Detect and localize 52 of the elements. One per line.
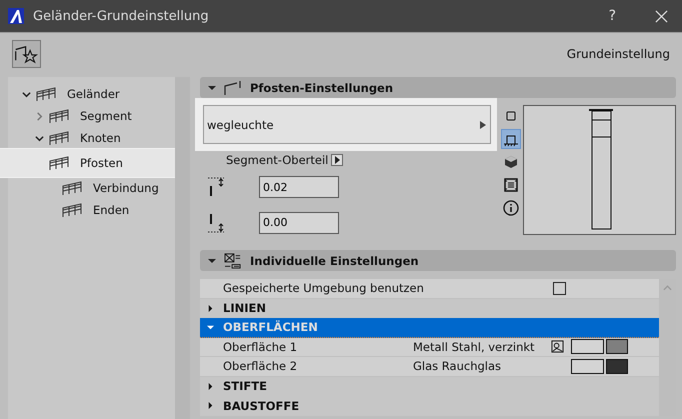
group-row[interactable]: OBERFLÄCHEN bbox=[200, 318, 659, 338]
app-logo-icon bbox=[8, 8, 24, 24]
expand-triangle-icon[interactable] bbox=[207, 382, 214, 390]
surface-swatch[interactable] bbox=[606, 358, 628, 374]
close-icon[interactable] bbox=[655, 10, 668, 22]
tree-item[interactable]: Knoten bbox=[8, 127, 175, 149]
surface-label: Oberfläche 1 bbox=[222, 340, 298, 354]
expand-triangle-icon[interactable] bbox=[207, 324, 214, 331]
checkbox[interactable] bbox=[553, 282, 566, 295]
settings-mode-label: Grundeinstellung bbox=[566, 46, 670, 60]
railing-icon bbox=[48, 130, 70, 146]
parameters-icon bbox=[223, 252, 243, 268]
railing-icon bbox=[61, 180, 83, 196]
surface-swatch[interactable] bbox=[606, 339, 628, 354]
collapse-triangle-icon[interactable] bbox=[208, 256, 216, 264]
railing-icon bbox=[35, 86, 57, 102]
help-button[interactable]: ? bbox=[608, 8, 616, 24]
tree-item[interactable]: Verbindung bbox=[8, 177, 175, 199]
tree-item[interactable]: Enden bbox=[8, 199, 175, 221]
favorites-button[interactable] bbox=[12, 40, 41, 68]
tree-item[interactable]: Pfosten bbox=[0, 149, 175, 177]
expand-triangle-icon[interactable] bbox=[207, 304, 214, 312]
window-title: Geländer-Grundeinstellung bbox=[33, 8, 209, 24]
tree-item[interactable]: Segment bbox=[8, 105, 175, 127]
tree-item[interactable]: Geländer bbox=[8, 83, 175, 105]
info-icon[interactable] bbox=[501, 198, 521, 218]
railing-icon bbox=[61, 202, 83, 218]
segment-top-label: Segment-Oberteil bbox=[226, 153, 328, 167]
section-header[interactable]: Pfosten-Einstellungen bbox=[200, 77, 676, 98]
expand-triangle-icon[interactable] bbox=[207, 402, 214, 410]
submenu-arrow-icon bbox=[480, 120, 486, 128]
height-offset-icon bbox=[207, 176, 227, 198]
scrollbar-track[interactable] bbox=[175, 77, 190, 419]
section-header[interactable]: Individuelle Einstellungen bbox=[200, 250, 676, 271]
surface-value: Metall Stahl, verzinkt bbox=[413, 340, 536, 354]
elevation-view-icon[interactable] bbox=[501, 129, 521, 149]
post-icon bbox=[223, 80, 243, 96]
collapse-triangle-icon[interactable] bbox=[208, 84, 216, 92]
offset-field[interactable]: 0.00 bbox=[259, 212, 339, 234]
surface-picker[interactable] bbox=[571, 339, 604, 354]
surface-value: Glas Rauchglas bbox=[413, 359, 502, 374]
chevron-icon[interactable] bbox=[35, 134, 44, 142]
option-label: Gespeicherte Umgebung benutzen bbox=[222, 281, 425, 296]
offset-field[interactable]: 0.02 bbox=[259, 176, 339, 198]
railing-icon bbox=[48, 108, 70, 124]
railing-icon bbox=[48, 155, 70, 171]
chevron-icon[interactable] bbox=[22, 90, 31, 98]
surface-label: Oberfläche 2 bbox=[222, 359, 298, 374]
object-dropdown[interactable]: wegleuchte bbox=[203, 105, 491, 144]
surface-picker[interactable] bbox=[571, 358, 604, 374]
image-override-icon[interactable] bbox=[551, 340, 564, 354]
height-offset-icon bbox=[207, 212, 227, 234]
